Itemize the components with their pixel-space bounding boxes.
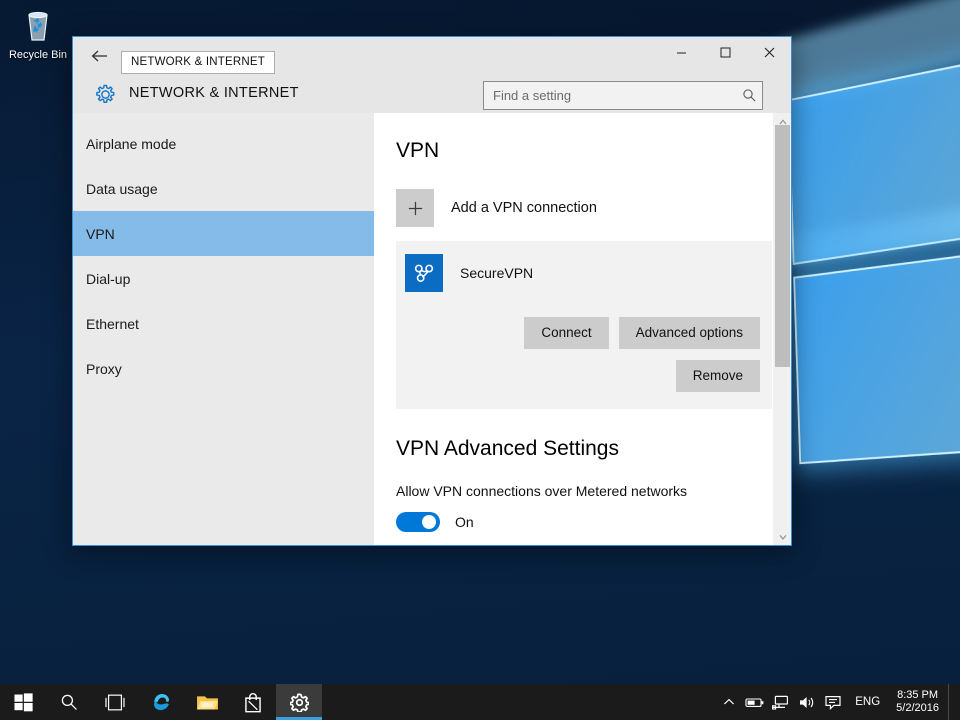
volume-icon[interactable] xyxy=(794,684,820,720)
vpn-connection-header: SecureVPN xyxy=(396,254,772,292)
sidebar-item-label: Ethernet xyxy=(86,316,139,332)
settings-window: NETWORK & INTERNET NETWORK & INTERNET xyxy=(72,36,792,546)
vpn-connection-name: SecureVPN xyxy=(460,265,533,281)
section-title-vpn-advanced-settings: VPN Advanced Settings xyxy=(396,437,791,461)
vpn-connection-card[interactable]: SecureVPN Connect Advanced options Remov… xyxy=(396,241,772,409)
toggle-state-label: On xyxy=(455,514,474,530)
maximize-button[interactable] xyxy=(703,37,747,67)
action-center-icon[interactable] xyxy=(820,684,846,720)
edge-button[interactable] xyxy=(138,684,184,720)
close-button[interactable] xyxy=(747,37,791,67)
sidebar-item-airplane-mode[interactable]: Airplane mode xyxy=(73,121,374,166)
advanced-options-button[interactable]: Advanced options xyxy=(619,317,760,349)
battery-icon[interactable] xyxy=(742,684,768,720)
content-pane: VPN Add a VPN connection xyxy=(374,113,791,545)
sidebar-item-label: Airplane mode xyxy=(86,136,176,152)
window-body: Airplane mode Data usage VPN Dial-up Eth… xyxy=(73,113,791,545)
network-icon[interactable] xyxy=(768,684,794,720)
search-box[interactable] xyxy=(483,81,763,110)
connect-button[interactable]: Connect xyxy=(524,317,608,349)
vpn-card-actions-row-2: Remove xyxy=(676,360,760,392)
page-title: NETWORK & INTERNET xyxy=(129,85,299,101)
back-button[interactable] xyxy=(83,41,115,71)
desktop-icon-recycle-bin[interactable]: Recycle Bin xyxy=(6,6,70,62)
taskbar: ENG 8:35 PM 5/2/2016 xyxy=(0,684,960,720)
sidebar-item-label: VPN xyxy=(86,226,115,242)
system-tray: ENG 8:35 PM 5/2/2016 xyxy=(716,684,960,720)
gear-icon xyxy=(85,75,125,113)
plus-icon xyxy=(396,189,434,227)
sidebar-item-ethernet[interactable]: Ethernet xyxy=(73,301,374,346)
sidebar-item-label: Data usage xyxy=(86,181,158,197)
show-desktop-button[interactable] xyxy=(948,684,956,720)
desktop-icon-label: Recycle Bin xyxy=(6,49,70,62)
search-input[interactable] xyxy=(484,88,736,103)
vpn-settings-content: VPN Add a VPN connection xyxy=(374,113,791,545)
toggle-metered-networks[interactable]: On xyxy=(396,512,791,532)
wallpaper-pane xyxy=(793,252,960,464)
tray-chevron-up-icon[interactable] xyxy=(716,684,742,720)
toggle-switch[interactable] xyxy=(396,512,440,532)
start-button[interactable] xyxy=(0,684,46,720)
remove-button[interactable]: Remove xyxy=(676,360,760,392)
sidebar-item-dial-up[interactable]: Dial-up xyxy=(73,256,374,301)
sidebar-item-data-usage[interactable]: Data usage xyxy=(73,166,374,211)
clock-time: 8:35 PM xyxy=(897,689,938,702)
settings-taskbar-button[interactable] xyxy=(276,684,322,720)
recycle-bin-icon xyxy=(18,6,58,46)
back-button-tooltip: NETWORK & INTERNET xyxy=(121,51,275,74)
setting-label-metered-networks: Allow VPN connections over Metered netwo… xyxy=(396,483,791,499)
clock-date: 5/2/2016 xyxy=(896,702,939,715)
taskbar-clock[interactable]: 8:35 PM 5/2/2016 xyxy=(889,684,948,720)
vpn-card-actions: Connect Advanced options Remove xyxy=(396,317,772,392)
store-button[interactable] xyxy=(230,684,276,720)
scrollbar-thumb[interactable] xyxy=(775,125,790,367)
window-titlebar: NETWORK & INTERNET xyxy=(73,37,791,75)
add-vpn-connection-button[interactable]: Add a VPN connection xyxy=(396,189,791,227)
settings-sidebar: Airplane mode Data usage VPN Dial-up Eth… xyxy=(73,113,374,545)
search-icon xyxy=(736,88,762,103)
sidebar-item-proxy[interactable]: Proxy xyxy=(73,346,374,391)
sidebar-item-label: Dial-up xyxy=(86,271,130,287)
file-explorer-button[interactable] xyxy=(184,684,230,720)
vpn-card-actions-row-1: Connect Advanced options xyxy=(524,317,760,349)
task-view-button[interactable] xyxy=(92,684,138,720)
section-title-vpn: VPN xyxy=(396,139,791,163)
window-controls xyxy=(659,37,791,67)
sidebar-item-vpn[interactable]: VPN xyxy=(73,211,374,256)
language-indicator[interactable]: ENG xyxy=(846,684,889,720)
content-scrollbar[interactable] xyxy=(773,113,791,545)
taskbar-search-button[interactable] xyxy=(46,684,92,720)
toggle-knob xyxy=(422,515,436,529)
add-vpn-connection-label: Add a VPN connection xyxy=(451,200,597,216)
minimize-button[interactable] xyxy=(659,37,703,67)
vpn-icon xyxy=(405,254,443,292)
settings-header: NETWORK & INTERNET xyxy=(73,75,791,113)
scroll-down-arrow-icon[interactable] xyxy=(774,528,791,545)
sidebar-item-label: Proxy xyxy=(86,361,122,377)
